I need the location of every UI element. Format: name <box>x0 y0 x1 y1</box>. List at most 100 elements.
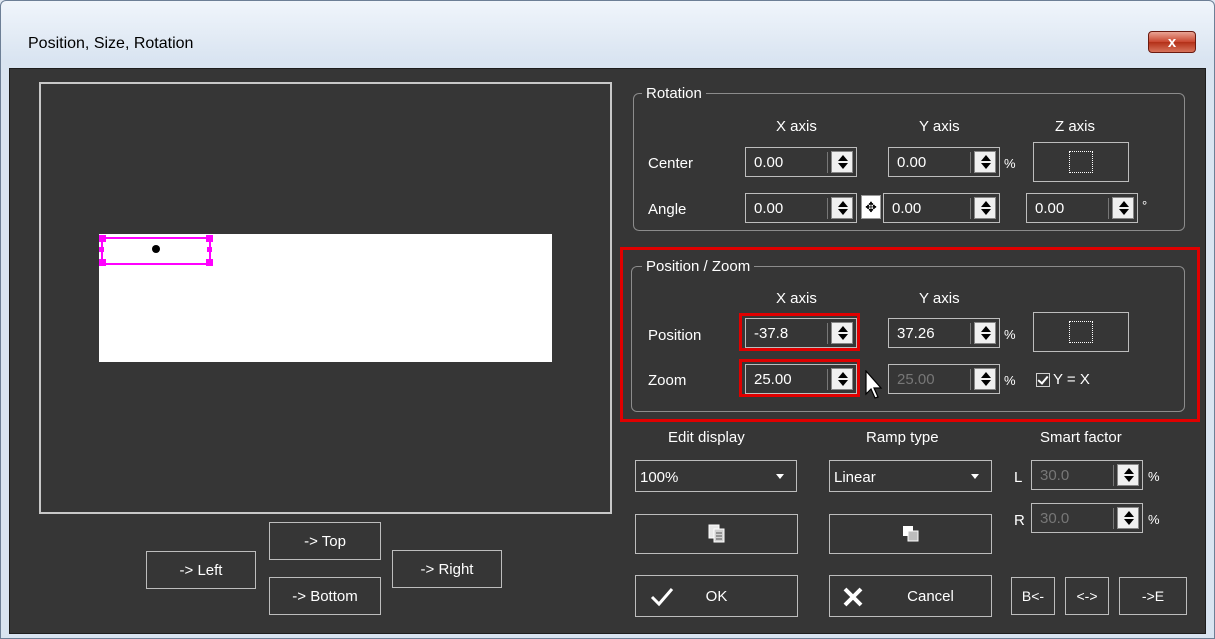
position-zoom-group-title: Position / Zoom <box>642 258 755 275</box>
end-ramp-label: ->E <box>1141 588 1165 604</box>
smart-factor-l-unit: % <box>1148 469 1160 484</box>
angle-x-value: 0.00 <box>754 200 784 217</box>
spin-arrows-icon[interactable] <box>831 368 853 390</box>
zoom-y-spinbox[interactable]: 25.00 <box>888 364 1000 394</box>
spin-arrows-icon[interactable] <box>831 197 853 219</box>
position-x-value: -37.8 <box>754 325 789 342</box>
anchor-point[interactable] <box>152 245 160 253</box>
edit-display-value: 100% <box>640 469 679 486</box>
begin-ramp-button[interactable]: B<- <box>1011 577 1055 615</box>
spin-arrows-icon[interactable] <box>974 368 996 390</box>
spin-separator <box>827 198 828 219</box>
position-unit: % <box>1004 327 1016 342</box>
resize-handle-top-right[interactable] <box>206 235 213 242</box>
cancel-button[interactable]: Cancel <box>829 575 992 617</box>
move-left-button[interactable]: -> Left <box>146 551 256 589</box>
resize-handle-bottom-left[interactable] <box>99 259 106 266</box>
spin-arrows-icon[interactable] <box>974 322 996 344</box>
move-bottom-label: -> Bottom <box>292 587 358 605</box>
position-x-spinbox[interactable]: -37.8 <box>745 318 857 348</box>
move-left-label: -> Left <box>179 561 223 579</box>
angle-x-spinbox[interactable]: 0.00 <box>745 193 857 223</box>
rotation-z-header: Z axis <box>1055 118 1096 135</box>
ramp-type-select[interactable]: Linear <box>829 460 992 492</box>
spin-arrows-icon[interactable] <box>1117 464 1139 486</box>
spin-separator <box>1113 465 1114 486</box>
spin-arrows-icon[interactable] <box>974 197 996 219</box>
smart-factor-l-spinbox[interactable]: 30.0 <box>1031 460 1143 490</box>
ok-button[interactable]: OK <box>635 575 798 617</box>
resize-handle-bottom-right[interactable] <box>206 259 213 266</box>
spin-separator <box>970 323 971 344</box>
resize-handle-top-left[interactable] <box>99 235 106 242</box>
rotation-y-header: Y axis <box>919 118 960 135</box>
smart-factor-r-label: R <box>1014 512 1025 529</box>
close-icon: x <box>1167 33 1177 51</box>
spin-separator <box>827 152 828 173</box>
move-bottom-button[interactable]: -> Bottom <box>269 577 381 615</box>
lock-aspect-label: Y = X <box>1053 371 1090 388</box>
angle-y-value: 0.00 <box>892 200 922 217</box>
center-pick-button[interactable] <box>1033 142 1129 182</box>
spin-arrows-icon[interactable] <box>831 151 853 173</box>
position-y-spinbox[interactable]: 37.26 <box>888 318 1000 348</box>
smart-factor-label: Smart factor <box>1040 429 1122 446</box>
spin-separator <box>970 369 971 390</box>
window-title: Position, Size, Rotation <box>28 35 194 52</box>
ramp-type-value: Linear <box>834 469 876 486</box>
rotation-group-title: Rotation <box>642 85 706 102</box>
position-y-value: 37.26 <box>897 325 935 342</box>
copy-icon <box>708 524 724 543</box>
angle-y-spinbox[interactable]: 0.00 <box>883 193 1000 223</box>
zoom-label: Zoom <box>648 372 687 389</box>
paste-button[interactable] <box>829 514 992 554</box>
both-ramp-label: <-> <box>1076 588 1098 604</box>
cancel-x-icon <box>843 587 863 607</box>
resize-handle-left[interactable] <box>99 247 104 252</box>
lock-aspect-checkbox[interactable] <box>1036 373 1050 387</box>
angle-label: Angle <box>648 201 687 218</box>
center-unit: % <box>1004 156 1016 171</box>
spin-separator <box>1108 198 1109 219</box>
ok-label: OK <box>705 587 728 605</box>
dotted-square-icon <box>1069 321 1093 343</box>
angle-unit: ° <box>1142 198 1148 213</box>
smart-factor-r-value: 30.0 <box>1040 510 1070 527</box>
paste-layer-icon <box>902 526 918 542</box>
smart-factor-r-spinbox[interactable]: 30.0 <box>1031 503 1143 533</box>
smart-factor-l-label: L <box>1014 469 1023 486</box>
dotted-square-icon <box>1069 151 1093 173</box>
spin-arrows-icon[interactable] <box>974 151 996 173</box>
both-ramp-button[interactable]: <-> <box>1065 577 1109 615</box>
chevron-down-icon <box>971 474 979 479</box>
move-top-button[interactable]: -> Top <box>269 522 381 560</box>
resize-handle-right[interactable] <box>207 247 212 252</box>
move-right-button[interactable]: -> Right <box>392 550 502 588</box>
center-x-value: 0.00 <box>754 154 784 171</box>
edit-display-label: Edit display <box>668 429 745 446</box>
edit-display-select[interactable]: 100% <box>635 460 797 492</box>
center-x-spinbox[interactable]: 0.00 <box>745 147 857 177</box>
mouse-cursor-icon <box>865 370 883 399</box>
end-ramp-button[interactable]: ->E <box>1119 577 1187 615</box>
move-top-label: -> Top <box>304 532 346 550</box>
ramp-type-label: Ramp type <box>866 429 939 446</box>
move-arrows-icon[interactable]: ✥ <box>861 195 881 219</box>
center-y-spinbox[interactable]: 0.00 <box>888 147 1000 177</box>
angle-z-spinbox[interactable]: 0.00 <box>1026 193 1138 223</box>
cancel-label: Cancel <box>907 587 954 605</box>
spin-separator <box>970 152 971 173</box>
close-button[interactable]: x <box>1148 31 1196 53</box>
spin-arrows-icon[interactable] <box>1112 197 1134 219</box>
spin-separator <box>827 369 828 390</box>
checkmark-icon <box>650 588 674 607</box>
spin-arrows-icon[interactable] <box>831 322 853 344</box>
spin-separator <box>1113 508 1114 529</box>
copy-button[interactable] <box>635 514 798 554</box>
rotation-x-header: X axis <box>776 118 817 135</box>
spin-separator <box>970 198 971 219</box>
spin-arrows-icon[interactable] <box>1117 507 1139 529</box>
zoom-x-spinbox[interactable]: 25.00 <box>745 364 857 394</box>
position-pick-button[interactable] <box>1033 312 1129 352</box>
zoom-x-value: 25.00 <box>754 371 792 388</box>
